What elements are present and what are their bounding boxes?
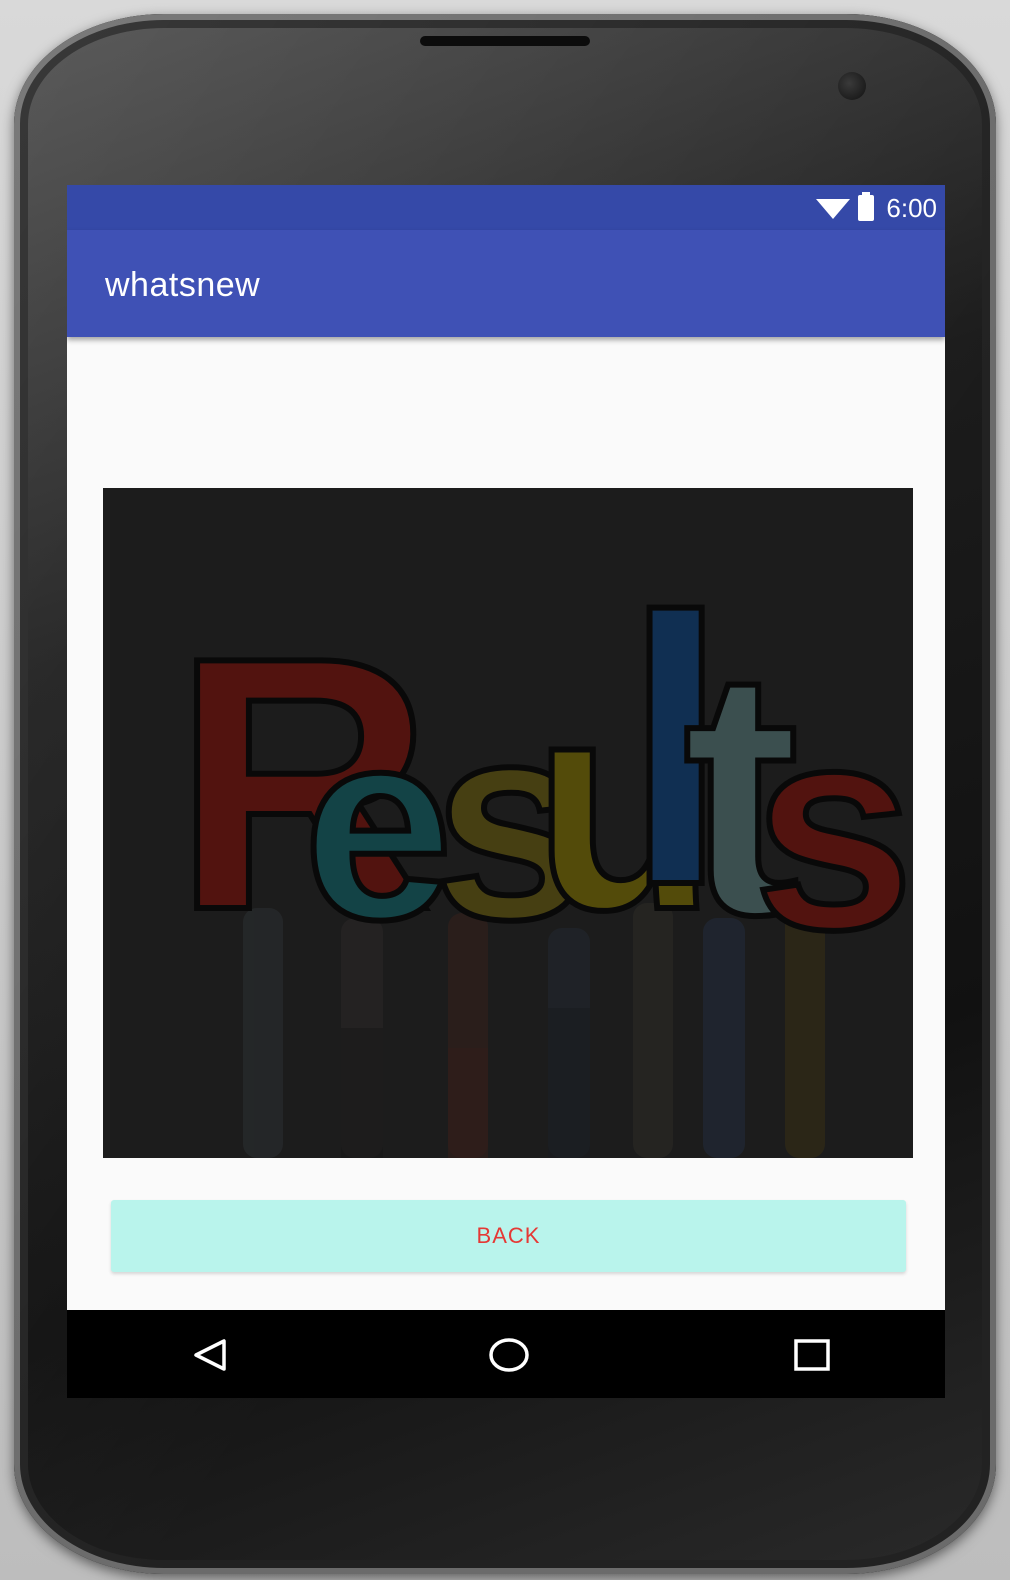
status-time: 6:00: [886, 192, 937, 223]
back-button[interactable]: BACK: [111, 1200, 906, 1272]
device-screen: 6:00 whatsnew R e s u l t s BACK: [67, 185, 945, 1398]
wifi-icon: [816, 199, 851, 219]
recents-square-icon: [794, 1339, 830, 1371]
app-bar: whatsnew: [67, 230, 945, 337]
status-bar: 6:00: [67, 185, 945, 230]
nav-back-button[interactable]: [185, 1332, 235, 1378]
app-title: whatsnew: [105, 266, 261, 304]
battery-icon: [858, 192, 875, 221]
results-image: R e s u l t s: [103, 488, 913, 1158]
nav-recents-button[interactable]: [787, 1332, 837, 1378]
speaker-grille: [420, 36, 590, 46]
back-triangle-icon: [194, 1339, 226, 1371]
results-illustration: R e s u l t s: [103, 488, 913, 1158]
front-camera: [838, 72, 866, 100]
nav-home-button[interactable]: [484, 1332, 534, 1378]
home-circle-icon: [489, 1338, 529, 1372]
status-icons: 6:00: [816, 192, 937, 223]
navigation-bar: [67, 1310, 945, 1398]
